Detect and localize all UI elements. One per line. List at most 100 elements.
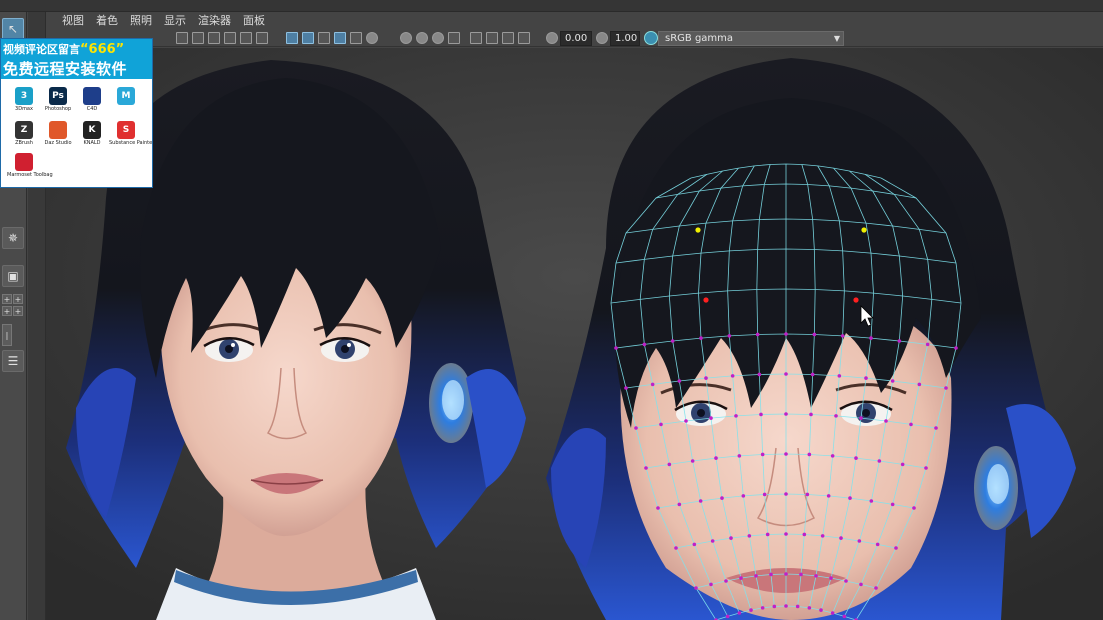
mesh-vertex [762,492,767,497]
outliner-icon[interactable]: ☰ [2,350,24,372]
wireframe-on-shaded-icon[interactable] [334,32,346,44]
layout-quad-icon-3[interactable]: + [2,306,12,316]
mesh-vertex [737,611,742,615]
mesh-vertex [698,499,703,503]
grid-icon[interactable] [176,32,188,44]
viewport-3d[interactable] [46,48,1103,620]
mesh-vertex [739,576,743,580]
software-logo-icon: Z [15,121,33,139]
mesh-vertex [684,419,688,423]
resolution-gate-icon[interactable] [208,32,220,44]
mesh-vertex [677,502,682,507]
software-label: Substance Painter [109,140,153,146]
select-arrow-icon[interactable]: ↖ [2,18,24,40]
gamma-icon [596,32,608,44]
layout-split-icon[interactable]: | [2,324,12,346]
mesh-vertex [677,379,682,383]
mesh-vertex [690,459,695,463]
mesh-vertex [765,532,770,537]
mesh-vertex [656,506,660,510]
gate-mask-icon[interactable] [224,32,236,44]
software-logo-icon [83,87,101,105]
mesh-vertex [734,414,738,418]
software-label: 3Dmax [15,106,33,112]
mesh-vertex [760,606,765,610]
mesh-vertex [854,456,858,460]
smooth-shade-icon[interactable] [302,32,314,44]
xray-components-icon[interactable] [518,32,530,44]
chevron-down-icon: ▼ [833,34,840,43]
mesh-vertex [834,414,838,418]
mesh-vertex [909,422,913,427]
software-logo-icon: M [117,87,135,105]
menu-lighting[interactable]: 照明 [124,12,158,30]
xray-icon[interactable] [486,32,498,44]
layout-quad-icon-2[interactable]: + [13,294,23,304]
promo-header: 视频评论区留言“666” 免费远程安装软件 [1,39,152,79]
axis-tool-icon[interactable]: ✵ [2,227,24,249]
field-chart-icon[interactable] [240,32,252,44]
title-strip [0,0,1103,12]
software-item: S Substance Painter [109,121,153,146]
menu-view[interactable]: 视图 [56,12,90,30]
mesh-vertex [859,416,863,420]
menu-panels[interactable]: 面板 [237,12,271,30]
film-gate-icon[interactable] [192,32,204,44]
mesh-vertex [784,412,788,416]
lights-icon[interactable] [366,32,378,44]
mesh-vertex [924,466,928,470]
color-management-icon[interactable] [644,31,658,45]
mesh-vertex [784,452,788,456]
software-item: Daz Studio [41,121,75,146]
mesh-vertex [704,376,708,380]
viewport-render [46,48,1103,620]
menu-renderer[interactable]: 渲染器 [192,12,237,30]
layout-single-icon[interactable]: ▣ [2,265,24,287]
mesh-vertex [769,572,773,577]
mesh-vertex [714,456,718,460]
mesh-vertex [884,419,888,423]
bounding-box-icon[interactable] [318,32,330,44]
mesh-vertex [650,382,655,387]
motion-blur-icon[interactable] [432,32,444,44]
ambient-occlusion-icon[interactable] [416,32,428,44]
mesh-vertex [812,332,817,337]
mesh-vertex [692,542,697,547]
layout-quad-icon-4[interactable]: + [13,306,23,316]
software-item: M [109,87,143,106]
textured-icon[interactable] [350,32,362,44]
exposure-icon [546,32,558,44]
mesh-vertex [934,426,938,430]
mesh-vertex [784,372,788,376]
mesh-vertex [859,582,863,587]
safe-action-icon[interactable] [256,32,268,44]
mesh-vertex [869,499,874,503]
promo-number: “666” [80,42,125,57]
mesh-vertex [917,382,922,387]
promo-line1: 视频评论区留言“666” [3,41,124,57]
exposure-field[interactable]: 0.00 [560,31,592,46]
mesh-vertex [829,576,833,580]
software-label: Marmoset Toolbag [7,172,53,178]
mesh-vertex [741,494,746,498]
software-label: C4D [86,106,98,112]
color-space-dropdown[interactable]: sRGB gamma ▼ [658,31,844,46]
software-label: KNALD [83,140,101,146]
software-logo-icon: K [83,121,101,139]
gamma-field[interactable]: 1.00 [610,31,640,46]
menu-shading[interactable]: 着色 [90,12,124,30]
menu-show[interactable]: 显示 [158,12,192,30]
mesh-vertex [642,342,647,347]
mesh-vertex [772,604,777,609]
wireframe-icon[interactable] [286,32,298,44]
mesh-vertex [875,542,880,547]
mesh-vertex [826,494,831,498]
mesh-vertex [799,572,803,577]
mesh-vertex [694,586,698,590]
antialiasing-icon[interactable] [448,32,460,44]
layout-quad-icon[interactable]: + [2,294,12,304]
shadows-icon[interactable] [400,32,412,44]
xray-joints-icon[interactable] [502,32,514,44]
isolate-select-icon[interactable] [470,32,482,44]
mesh-vertex [848,496,852,500]
